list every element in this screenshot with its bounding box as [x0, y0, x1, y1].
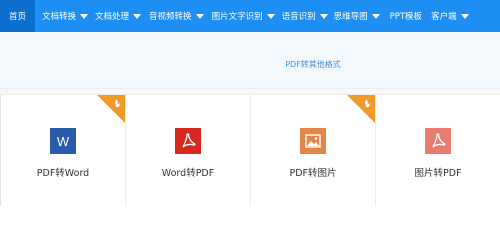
caret-down-icon	[80, 13, 89, 19]
nav-label: 语音识别	[281, 12, 316, 22]
nav-ppt-templates[interactable]: PPT模板	[390, 0, 422, 32]
tool-cards: W PDF转Word Word转PDF PDF转图片 图片转PDF	[0, 94, 500, 206]
nav-label: 客户端	[431, 12, 457, 22]
image-to-pdf-icon	[425, 128, 451, 154]
pdf-icon	[175, 128, 201, 154]
tool-card-word-to-pdf[interactable]: Word转PDF	[125, 94, 250, 206]
tool-label: 图片转PDF	[414, 168, 462, 179]
nav-label: 思维导图	[333, 12, 368, 22]
nav-home[interactable]: 首页	[0, 0, 36, 32]
caret-down-icon	[319, 13, 328, 19]
caret-down-icon	[371, 13, 380, 19]
nav-label: 文档处理	[95, 12, 130, 22]
nav-client[interactable]: 客户端	[431, 0, 469, 32]
tool-label: PDF转Word	[36, 168, 90, 179]
nav-mind-map[interactable]: 思维导图	[334, 0, 380, 32]
word-icon: W	[50, 128, 76, 154]
pdf-to-other-formats-link[interactable]: PDF转其他格式	[63, 59, 500, 70]
caret-down-icon	[195, 13, 204, 19]
nav-home-label: 首页	[9, 12, 27, 22]
category-banner: PDF转其他格式	[0, 32, 500, 89]
top-navigation: 首页 文档转换 文档处理 音视频转换 图片文字识别 语音识别 思维导图 PPT模…	[0, 0, 500, 32]
nav-label: PPT模板	[389, 12, 423, 22]
caret-down-icon	[133, 13, 142, 19]
image-icon	[300, 128, 326, 154]
caret-down-icon	[460, 13, 469, 19]
nav-image-text-recognition[interactable]: 图片文字识别	[212, 0, 275, 32]
nav-speech-recognition[interactable]: 语音识别	[282, 0, 328, 32]
tool-label: Word转PDF	[161, 168, 215, 179]
tool-card-pdf-to-word[interactable]: W PDF转Word	[0, 94, 125, 206]
nav-document-processing[interactable]: 文档处理	[95, 0, 142, 32]
caret-down-icon	[266, 13, 275, 19]
tool-card-image-to-pdf[interactable]: 图片转PDF	[375, 94, 500, 206]
nav-label: 音视频转换	[149, 12, 192, 22]
nav-document-conversion[interactable]: 文档转换	[42, 0, 89, 32]
svg-text:W: W	[57, 134, 70, 149]
nav-audio-video-conversion[interactable]: 音视频转换	[149, 0, 204, 32]
hot-badge-icon	[347, 95, 375, 123]
nav-label: 文档转换	[42, 12, 77, 22]
nav-label: 图片文字识别	[211, 12, 263, 22]
hot-badge-icon	[97, 95, 125, 123]
tool-card-pdf-to-image[interactable]: PDF转图片	[250, 94, 375, 206]
tool-label: PDF转图片	[289, 168, 337, 179]
